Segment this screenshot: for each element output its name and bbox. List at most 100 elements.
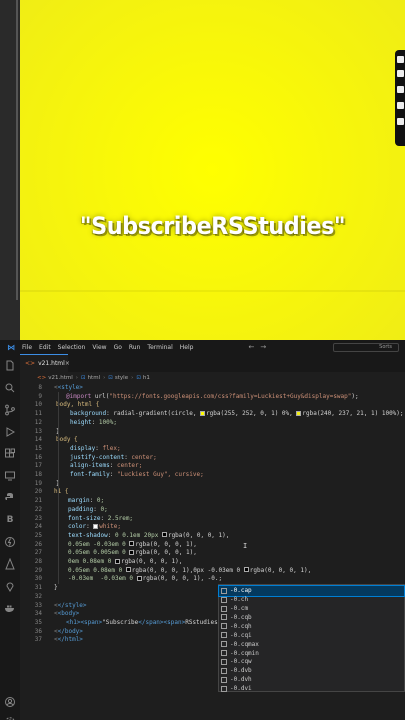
element-icon: ⊡: [80, 375, 86, 381]
location-icon[interactable]: [4, 580, 16, 592]
autocomplete-suggestions[interactable]: -0.cap -0.ch -0.cm -0.cqb -0.cqh -0.cqi -0.cqm…: [218, 584, 405, 692]
color-swatch[interactable]: [136, 575, 142, 581]
line-number: 29: [34, 566, 42, 574]
code-token: display: [70, 444, 96, 452]
code-token: url(: [91, 392, 110, 400]
deploy-icon[interactable]: [4, 558, 16, 570]
color-swatch[interactable]: [129, 549, 135, 555]
line-number: 34: [34, 610, 42, 618]
command-center-search[interactable]: Sorts: [333, 342, 399, 352]
menu-selection[interactable]: Selection: [58, 344, 86, 351]
code-line: body, html {: [56, 401, 99, 408]
run-debug-icon[interactable]: [4, 426, 16, 438]
code-line: margin: 0;: [68, 497, 105, 505]
breadcrumb-h1[interactable]: h1: [143, 375, 150, 381]
color-swatch[interactable]: [114, 558, 120, 564]
line-number: 12: [34, 418, 42, 426]
settings-gear-icon[interactable]: [4, 716, 16, 720]
bootstrap-icon[interactable]: B: [4, 514, 16, 526]
breadcrumb-file[interactable]: v21.html: [48, 375, 73, 381]
code-token: center;: [127, 453, 157, 461]
extensions-icon[interactable]: [4, 448, 16, 460]
code-token: font-family: [70, 471, 110, 478]
code-token: radial-gradient(circle,: [109, 410, 201, 418]
forward-arrow-icon[interactable]: →: [260, 343, 266, 351]
color-swatch[interactable]: [129, 541, 135, 547]
floating-toolbar[interactable]: [395, 50, 405, 146]
python-icon[interactable]: [4, 492, 16, 504]
line-number: 36: [34, 627, 42, 635]
code-token: 0.05em 0.005em 0: [68, 549, 130, 557]
preview-canvas: "SubscribeRSStudies": [20, 0, 405, 340]
suggestion-label: -0.dvi: [230, 685, 252, 693]
chevron-right-icon: ›: [75, 375, 78, 381]
remote-explorer-icon[interactable]: [4, 470, 16, 482]
menu-file[interactable]: File: [22, 344, 32, 351]
menu-edit[interactable]: Edit: [39, 344, 51, 351]
line-number: 19: [34, 479, 42, 487]
unit-snippet-icon: [221, 658, 227, 665]
suggestion-label: -0.cqh: [230, 622, 252, 630]
search-icon[interactable]: [4, 382, 16, 394]
line-number: 35: [34, 618, 42, 626]
menu-go[interactable]: Go: [114, 344, 122, 351]
code-line: height: 100%;: [70, 418, 117, 426]
code-line: }: [54, 584, 58, 591]
files-icon[interactable]: [4, 360, 16, 372]
suggestion-label: -0.cqb: [230, 613, 252, 621]
code-token: font-size: [68, 514, 101, 522]
color-swatch[interactable]: [125, 567, 131, 573]
code-token: 100%;: [95, 418, 117, 426]
color-swatch[interactable]: [93, 523, 99, 529]
tool-icon[interactable]: [397, 56, 404, 63]
code-line: color: white;: [68, 523, 121, 531]
power-icon[interactable]: [4, 536, 16, 548]
color-swatch[interactable]: [296, 410, 302, 416]
line-number: 30: [34, 575, 42, 583]
activity-bar: B: [0, 354, 20, 720]
unit-snippet-icon: [221, 614, 227, 621]
menu-terminal[interactable]: Terminal: [147, 344, 172, 351]
color-swatch[interactable]: [243, 567, 249, 573]
suggestion-label: -0.cqmax: [230, 640, 259, 648]
suggestion-item[interactable]: -0.dvi: [219, 684, 404, 694]
tool-icon[interactable]: [397, 102, 404, 109]
unit-snippet-icon: [221, 641, 227, 648]
code-token: rgba(0, 0, 0, 1),: [135, 549, 197, 557]
line-number: 26: [34, 540, 42, 548]
tool-icon[interactable]: [397, 70, 404, 77]
color-swatch[interactable]: [200, 410, 206, 416]
menu-view[interactable]: View: [92, 344, 106, 351]
code-token: @import: [66, 392, 92, 400]
breadcrumb-html[interactable]: html: [88, 375, 101, 381]
code-line: @import url("https://fonts.googleapis.co…: [66, 393, 359, 400]
unit-snippet-icon: [221, 587, 227, 594]
code-line: <</html>: [54, 636, 83, 644]
code-token: background: [70, 410, 107, 418]
tab-label: v21.html: [38, 360, 65, 367]
code-token: 0.05em -0.03em 0: [68, 540, 130, 548]
account-icon[interactable]: [4, 696, 16, 708]
code-token: rgba(0, 0, 0, 1),0px -0.03em 0: [131, 566, 244, 574]
tab-v21-html[interactable]: <> v21.html ×: [20, 354, 70, 372]
code-token: color: [68, 523, 87, 531]
code-token: rgba(0, 0, 0, 1),: [249, 566, 312, 574]
suggestion-label: -0.dvh: [230, 676, 252, 684]
back-arrow-icon[interactable]: ←: [248, 343, 254, 351]
source-control-icon[interactable]: [4, 404, 16, 416]
color-swatch[interactable]: [161, 532, 167, 538]
tool-icon[interactable]: [397, 118, 404, 125]
code-token: rgba(0, 0, 0, 1), -0.;: [142, 575, 223, 583]
line-number: 16: [34, 453, 42, 461]
close-icon[interactable]: ×: [65, 360, 70, 367]
code-token: white;: [99, 523, 121, 531]
breadcrumb-style[interactable]: style: [115, 375, 128, 381]
docker-icon[interactable]: [4, 602, 16, 614]
code-token: align-items: [70, 462, 110, 470]
tool-icon[interactable]: [397, 86, 404, 93]
menu-help[interactable]: Help: [180, 344, 194, 351]
line-number: 23: [34, 514, 42, 522]
menu-run[interactable]: Run: [129, 344, 141, 351]
code-line: align-items: center;: [70, 462, 143, 470]
line-number: 27: [34, 549, 42, 557]
